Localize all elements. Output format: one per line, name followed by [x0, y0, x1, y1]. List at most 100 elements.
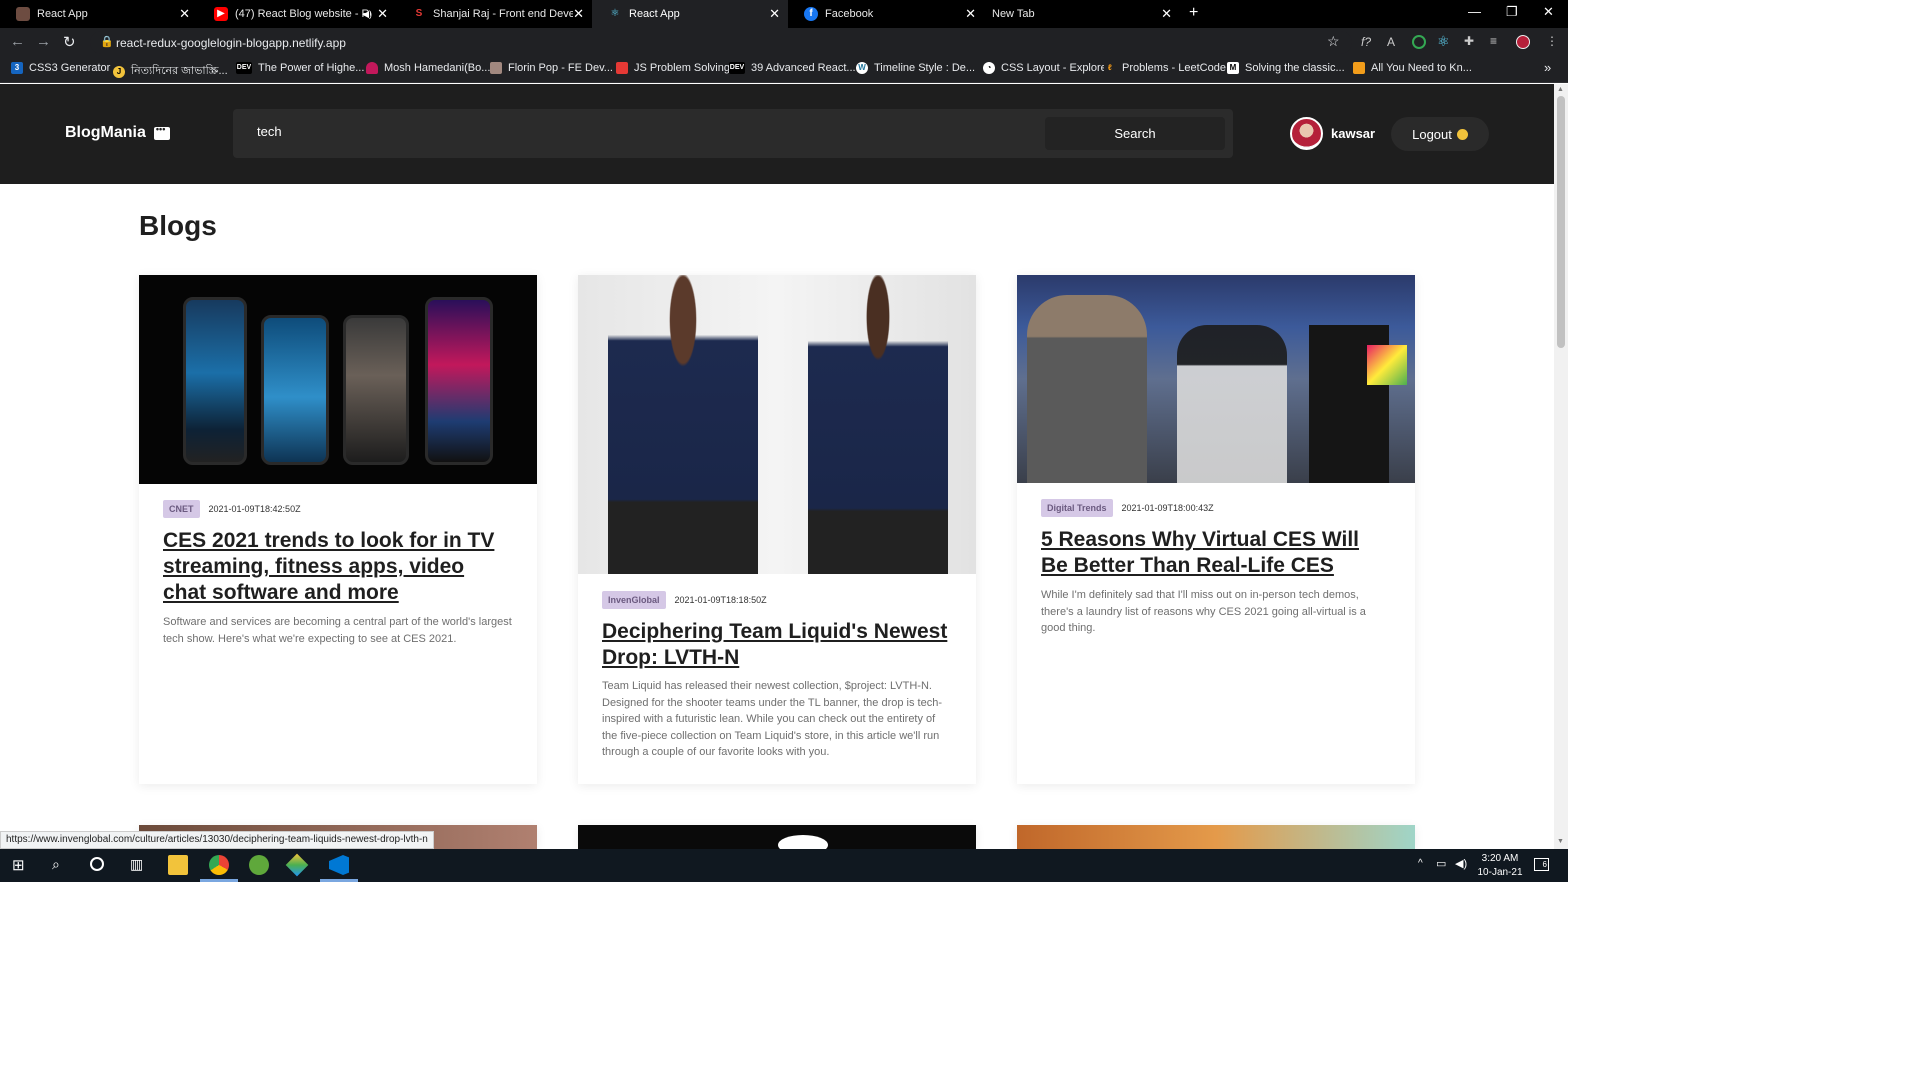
florin-avatar-icon	[490, 62, 502, 74]
react-devtools-icon[interactable]: ⚛	[1437, 33, 1450, 50]
file-explorer-icon[interactable]	[168, 855, 188, 875]
scroll-thumb[interactable]	[1557, 96, 1565, 348]
blog-card[interactable]: InvenGlobal 2021-01-09T18:18:50Z Deciphe…	[578, 275, 976, 784]
wordpress-icon: W	[856, 62, 868, 74]
new-tab-button[interactable]: +	[1189, 4, 1198, 22]
search-icon[interactable]: ⌕	[52, 856, 60, 873]
bookmark-item[interactable]: ◔ CSS Layout - Explore	[983, 62, 1107, 74]
menu-kebab-icon[interactable]: ⋮	[1546, 34, 1558, 48]
page-scrollbar[interactable]: ▲ ▼	[1554, 84, 1568, 849]
blog-image[interactable]	[139, 275, 537, 484]
forward-icon[interactable]: →	[36, 33, 51, 50]
status-bar-url: https://www.invenglobal.com/culture/arti…	[0, 831, 434, 849]
leetcode-icon: ℓ	[1104, 62, 1116, 74]
back-icon[interactable]: ←	[10, 33, 25, 50]
tab-shanjai-raj[interactable]: S Shanjai Raj - Front end Develope ✕	[396, 0, 592, 28]
page-title: Blogs	[139, 210, 217, 241]
phone-screen	[183, 297, 247, 465]
search-button[interactable]: Search	[1045, 117, 1225, 150]
function-extension-icon[interactable]: f?	[1361, 35, 1371, 49]
close-tab-icon[interactable]: ✕	[573, 6, 584, 22]
reload-icon[interactable]: ↻	[63, 33, 76, 51]
bookmark-item[interactable]: ℓ Problems - LeetCode	[1104, 62, 1226, 74]
tab-youtube[interactable]: ▶ (47) React Blog website - Rea ◀) ✕	[198, 0, 396, 28]
scroll-down-icon[interactable]: ▼	[1557, 838, 1564, 845]
compass-icon: ◔	[983, 62, 995, 74]
restore-icon[interactable]: ❐	[1506, 4, 1518, 20]
tray-chevron-icon[interactable]: ^	[1418, 858, 1423, 869]
blog-image[interactable]	[578, 275, 976, 574]
windows-start-icon[interactable]: ⊞	[12, 856, 25, 874]
post-date: 2021-01-09T18:42:50Z	[208, 504, 301, 514]
phone-screen	[261, 315, 329, 465]
crowd-figure	[1177, 325, 1287, 483]
search-input[interactable]	[257, 124, 1017, 139]
username: kawsar	[1331, 126, 1376, 141]
close-tab-icon[interactable]: ✕	[1161, 6, 1172, 22]
bookmark-item[interactable]: M Solving the classic...	[1227, 62, 1345, 74]
windows-taskbar: ⊞ ⌕ ▥ ^ ▭ ◀) 3:20 AM 10-Jan-21 6	[0, 849, 1568, 882]
white-shape	[778, 835, 828, 849]
source-badge: Digital Trends	[1041, 499, 1113, 517]
tab-react-app-1[interactable]: React App ✕	[0, 0, 198, 28]
blog-card[interactable]: CNET 2021-01-09T18:42:50Z CES 2021 trend…	[139, 275, 537, 784]
blog-image[interactable]	[1017, 275, 1415, 483]
taskbar-clock[interactable]: 3:20 AM 10-Jan-21	[1477, 852, 1523, 880]
close-tab-icon[interactable]: ✕	[377, 6, 388, 22]
post-title-link[interactable]: CES 2021 trends to look for in TV stream…	[163, 528, 513, 606]
task-view-icon[interactable]: ▥	[130, 856, 143, 873]
notifications-icon[interactable]: 6	[1534, 858, 1549, 871]
bookmark-item[interactable]: JS Problem Solving	[616, 62, 730, 74]
utorrent-icon[interactable]	[249, 855, 269, 875]
network-icon[interactable]: ▭	[1436, 857, 1446, 870]
bookmark-item[interactable]: DEV The Power of Highe...	[236, 62, 364, 74]
bookmark-item[interactable]: DEV 39 Advanced React...	[729, 62, 856, 74]
blog-card[interactable]	[1017, 825, 1415, 849]
bookmark-item[interactable]: 3 CSS3 Generator	[11, 62, 110, 74]
media-queue-icon[interactable]: ≡	[1490, 34, 1497, 48]
font-extension-icon[interactable]: A	[1387, 35, 1395, 49]
blog-card[interactable]: Digital Trends 2021-01-09T18:00:43Z 5 Re…	[1017, 275, 1415, 784]
mute-icon[interactable]: ◀)	[362, 9, 372, 20]
app-header: BlogMania Search kawsar Logout	[0, 84, 1554, 184]
tab-react-app-active[interactable]: ⚛ React App ✕	[592, 0, 788, 28]
blog-card[interactable]	[578, 825, 976, 849]
bookmarks-overflow-button[interactable]: »	[1544, 60, 1551, 75]
logout-button[interactable]: Logout	[1391, 117, 1489, 151]
bookmark-item[interactable]: J নিত্যদিনের জাভাস্ক্রি...	[113, 62, 228, 81]
bookmark-item[interactable]: Mosh Hamedani(Bo...	[366, 62, 490, 74]
chrome-icon[interactable]	[209, 855, 229, 875]
post-title-link[interactable]: Deciphering Team Liquid's Newest Drop: L…	[602, 619, 952, 671]
model-figure	[608, 275, 758, 574]
bookmark-item[interactable]: W Timeline Style : De...	[856, 62, 975, 74]
extensions-puzzle-icon[interactable]: ✚	[1464, 34, 1474, 48]
bookmark-star-icon[interactable]: ☆	[1327, 33, 1340, 50]
minimize-icon[interactable]: —	[1468, 4, 1481, 19]
post-description: While I'm definitely sad that I'll miss …	[1041, 589, 1366, 634]
post-description: Software and services are becoming a cen…	[163, 616, 512, 645]
address-bar[interactable]: 🔒 react-redux-googlelogin-blogapp.netlif…	[90, 31, 1352, 54]
bookmark-item[interactable]: Florin Pop - FE Dev...	[490, 62, 613, 74]
close-tab-icon[interactable]: ✕	[965, 6, 976, 22]
heart-icon	[366, 62, 378, 74]
post-title-link[interactable]: 5 Reasons Why Virtual CES Will Be Better…	[1041, 527, 1391, 579]
scroll-up-icon[interactable]: ▲	[1557, 86, 1564, 93]
volume-icon[interactable]: ◀)	[1455, 857, 1467, 870]
cortana-icon[interactable]	[90, 857, 104, 871]
green-circle-extension-icon[interactable]	[1412, 35, 1426, 49]
profile-avatar-icon[interactable]	[1516, 35, 1530, 49]
tab-facebook[interactable]: f Facebook ✕	[788, 0, 984, 28]
close-window-icon[interactable]: ✕	[1543, 4, 1554, 20]
avatar[interactable]	[1290, 117, 1323, 150]
react-logo-icon: ⚛	[608, 7, 622, 21]
sourcetree-icon[interactable]	[285, 853, 309, 877]
css3-icon: 3	[11, 62, 23, 74]
active-app-indicator	[200, 879, 238, 882]
close-tab-icon[interactable]: ✕	[769, 6, 780, 22]
close-tab-icon[interactable]: ✕	[179, 6, 190, 22]
logo[interactable]: BlogMania	[65, 124, 170, 142]
vscode-icon[interactable]	[329, 855, 349, 875]
tab-new-tab[interactable]: New Tab ✕	[976, 0, 1180, 28]
bookmark-item[interactable]: All You Need to Kn...	[1353, 62, 1472, 74]
facebook-icon: f	[804, 7, 818, 21]
